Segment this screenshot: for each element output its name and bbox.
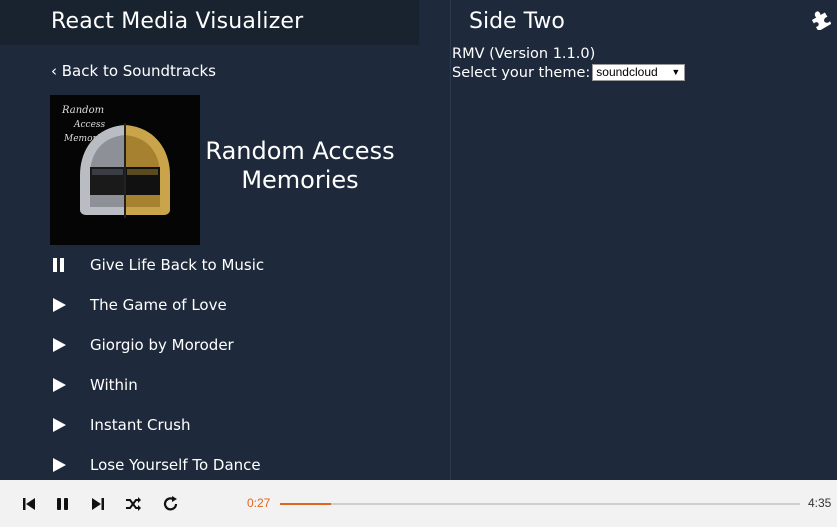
right-header: Side Two xyxy=(451,0,837,45)
track-name: Give Life Back to Music xyxy=(90,256,265,274)
progress-fill xyxy=(280,503,331,505)
track-item[interactable]: Giorgio by Moroder xyxy=(0,325,450,365)
puzzle-icon[interactable] xyxy=(809,8,831,30)
track-list: Give Life Back to Music The Game of Love… xyxy=(0,245,450,480)
back-to-soundtracks-link[interactable]: ‹ Back to Soundtracks xyxy=(51,62,216,80)
track-item[interactable]: Give Life Back to Music xyxy=(0,245,450,285)
play-icon[interactable] xyxy=(52,458,66,472)
track-name: Instant Crush xyxy=(90,416,191,434)
version-text: RMV (Version 1.1.0) xyxy=(452,46,596,62)
svg-text:Access: Access xyxy=(73,120,106,130)
album-cover: Random Access Memories xyxy=(50,95,200,245)
cover-script-text: Random xyxy=(61,105,104,116)
track-item[interactable]: Instant Crush xyxy=(0,405,450,445)
album-title: Random Access Memories xyxy=(205,137,395,194)
theme-selected-value: soundcloud xyxy=(596,65,658,79)
theme-select[interactable]: soundcloud ▼ xyxy=(592,64,686,81)
current-time: 0:27 xyxy=(247,496,271,510)
track-name: Giorgio by Moroder xyxy=(90,336,234,354)
skip-previous-icon[interactable] xyxy=(20,495,38,513)
repeat-icon[interactable] xyxy=(162,495,180,513)
track-item[interactable]: Lose Yourself To Dance xyxy=(0,445,450,480)
left-header: React Media Visualizer xyxy=(0,0,419,45)
play-icon[interactable] xyxy=(52,298,66,312)
track-item[interactable]: Within xyxy=(0,365,450,405)
skip-next-icon[interactable] xyxy=(89,495,107,513)
track-name: Lose Yourself To Dance xyxy=(90,456,261,474)
shuffle-icon[interactable] xyxy=(124,495,142,513)
pause-icon[interactable] xyxy=(52,258,66,272)
track-item[interactable]: The Game of Love xyxy=(0,285,450,325)
play-icon[interactable] xyxy=(52,418,66,432)
right-panel: Side Two RMV (Version 1.1.0) Select your… xyxy=(450,0,837,480)
progress-bar[interactable] xyxy=(280,503,800,505)
total-time: 4:35 xyxy=(808,496,832,510)
track-name: The Game of Love xyxy=(90,296,227,314)
track-name: Within xyxy=(90,376,138,394)
play-icon[interactable] xyxy=(52,378,66,392)
dropdown-arrow-icon: ▼ xyxy=(671,67,681,77)
theme-row: Select your theme: soundcloud ▼ xyxy=(452,64,686,81)
left-panel: React Media Visualizer ‹ Back to Soundtr… xyxy=(0,0,450,480)
pause-icon[interactable] xyxy=(54,495,72,513)
theme-label: Select your theme: xyxy=(452,64,591,81)
app-title: React Media Visualizer xyxy=(51,9,304,34)
player-bar: 0:27 4:35 xyxy=(0,480,837,527)
album-cover-image: Random Access Memories xyxy=(50,95,200,245)
play-icon[interactable] xyxy=(52,338,66,352)
side-title: Side Two xyxy=(469,9,565,34)
